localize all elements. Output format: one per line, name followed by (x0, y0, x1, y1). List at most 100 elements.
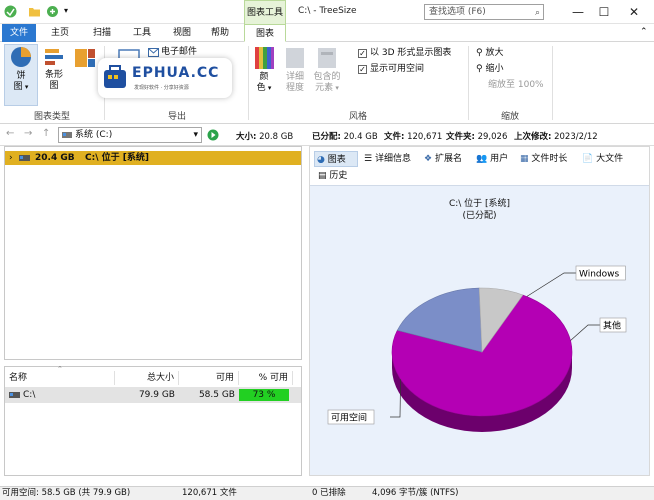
address-bar: ← → ↑ 系统 (C:) ▾ 大小: 20.8 GB 已分配: 20.4 GB… (0, 124, 654, 146)
detail-level-button[interactable]: 详细 程度 (282, 46, 308, 94)
tab-users-label: 用户 (490, 154, 509, 164)
maximize-button[interactable]: ☐ (592, 3, 616, 21)
tab-help[interactable]: 帮助 (204, 24, 236, 42)
forward-arrow-icon[interactable]: → (24, 128, 32, 139)
go-scan-icon[interactable] (207, 129, 219, 141)
tree-root-size: 20.4 GB (35, 153, 75, 163)
checkbox-checked-icon: ✓ (358, 65, 367, 74)
stat-allocated-value: 20.4 GB (343, 132, 378, 142)
tab-details-label: 详细信息 (374, 154, 411, 164)
logo-bag-icon (104, 65, 126, 88)
tab-tools[interactable]: 工具 (126, 24, 158, 42)
treemap-icon[interactable] (74, 48, 96, 68)
tab-home[interactable]: 主页 (44, 24, 76, 42)
row-total: 79.9 GB (115, 387, 179, 403)
group-chart-type-label: 图表类型 (33, 112, 70, 122)
tab-file-age[interactable]: ▦ 文件时长 (520, 151, 567, 167)
tab-history-label: 历史 (329, 171, 348, 181)
ribbon-tabs: 文件 主页 扫描 工具 视图 帮助 图表 ⌃ (0, 24, 654, 42)
back-arrow-icon[interactable]: ← (6, 128, 14, 139)
slice-label-0: 可用空间 (331, 412, 367, 424)
bar-chart-icon (45, 49, 63, 65)
zoom-100-button[interactable]: 缩放至 100% (488, 80, 544, 91)
tab-large-files-label: 大文件 (596, 154, 624, 164)
drive-list: 名称 ⌃ 总大小 可用 % 可用 C:\ 79.9 GB 58.5 GB 73 … (4, 365, 302, 476)
ribbon-separator (468, 46, 469, 120)
zoom-out-button[interactable]: ⚲ 缩小 (476, 64, 503, 75)
minimize-button[interactable]: — (566, 3, 590, 21)
status-excluded: 0 已排除 (312, 488, 346, 498)
chevron-down-icon: ▾ (193, 130, 198, 140)
tab-history[interactable]: ▤ 历史 (318, 168, 347, 184)
include-elements-icon (318, 48, 336, 68)
column-header-pct[interactable]: % 可用 (239, 371, 293, 385)
tab-chart[interactable]: 图表 (244, 24, 286, 42)
app-icon (4, 5, 17, 18)
close-button[interactable]: ✕ (622, 3, 646, 21)
free-space-checkbox[interactable]: ✓ 显示可用空间 (358, 64, 424, 75)
group-style-label: 风格 (348, 112, 367, 122)
chart-pane: ◕ 图表 ☰ 详细信息 ❖ 扩展名 👥 用户 ▦ 文件时长 📄 大文件 ▤ 历史… (309, 146, 650, 476)
slice-label-2: 其他 (603, 320, 621, 332)
stat-files: 文件: 120,671 (384, 130, 442, 142)
calendar-icon: ▦ (520, 154, 532, 164)
color-button[interactable]: 颜 色 ▾ (252, 46, 276, 94)
leader-line-2 (570, 324, 600, 341)
bar-chart-label: 条形 图 (44, 70, 63, 91)
stat-allocated: 已分配: 20.4 GB (312, 130, 378, 142)
column-header-name[interactable]: 名称 (9, 371, 115, 385)
row-name: C:\ (5, 387, 115, 403)
logo-subtext: 发现好软件 · 分享好资源 (134, 85, 189, 91)
tab-chart-view[interactable]: ◕ 图表 (314, 151, 358, 167)
tree-root-row[interactable]: › 20.4 GB C:\ 位于 [系统] (5, 151, 301, 165)
tab-scan[interactable]: 扫描 (86, 24, 118, 42)
details-icon: ☰ (364, 154, 375, 164)
up-arrow-icon[interactable]: ↑ (42, 128, 50, 139)
row-pct-cell: 73 % (239, 387, 301, 403)
stat-modified-value: 2023/2/12 (554, 132, 598, 142)
search-icon: ⌕ (534, 8, 540, 18)
drive-icon (19, 155, 30, 161)
column-header-total[interactable]: 总大小 (115, 371, 179, 385)
pie-chart-button[interactable]: 饼 图 ▾ (4, 44, 38, 106)
folder-icon[interactable] (28, 5, 41, 18)
stat-size: 大小: 20.8 GB (236, 130, 293, 142)
context-group-label: 图表工具 (244, 0, 286, 24)
status-bar: 可用空间: 58.5 GB (共 79.9 GB) 120,671 文件 0 已… (0, 486, 654, 500)
email-button[interactable]: 电子邮件 (161, 47, 197, 58)
tab-chart-view-label: 图表 (327, 155, 346, 165)
tab-file-age-label: 文件时长 (531, 154, 568, 164)
bar-chart-button[interactable]: 条形 图 (40, 46, 68, 92)
search-placeholder: 查找选项 (F6) (429, 7, 486, 17)
zoom-in-label: 放大 (485, 48, 504, 58)
email-icon (148, 48, 159, 57)
stat-modified: 上次修改: 2023/2/12 (514, 130, 598, 142)
3d-checkbox[interactable]: ✓ 以 3D 形式显示图表 (358, 48, 451, 59)
column-header-free[interactable]: 可用 (179, 371, 239, 385)
tab-view[interactable]: 视图 (166, 24, 198, 42)
search-input[interactable]: 查找选项 (F6) ⌕ (424, 4, 544, 20)
tab-large-files[interactable]: 📄 大文件 (582, 151, 623, 167)
slice-label-1: Windows (579, 270, 619, 280)
scan-icon[interactable] (46, 5, 59, 18)
group-export-label: 导出 (167, 112, 186, 122)
zoom-in-button[interactable]: ⚲ 放大 (476, 48, 503, 59)
collapse-ribbon-icon[interactable]: ⌃ (640, 27, 648, 37)
checkbox-checked-icon: ✓ (358, 49, 367, 58)
free-space-checkbox-label: 显示可用空间 (370, 64, 425, 74)
tab-details[interactable]: ☰ 详细信息 (364, 151, 411, 167)
tab-users[interactable]: 👥 用户 (476, 151, 508, 167)
large-files-icon: 📄 (582, 154, 597, 164)
tab-file[interactable]: 文件 (2, 24, 36, 42)
pie-chart-icon: ◕ (317, 155, 328, 165)
group-zoom-label: 缩放 (500, 112, 519, 122)
expand-arrow-icon[interactable]: › (9, 151, 13, 165)
qat-dropdown-icon[interactable]: ▾ (64, 6, 68, 15)
include-elements-button[interactable]: 包含的 元素 ▾ (312, 46, 342, 94)
drive-selector[interactable]: 系统 (C:) ▾ (58, 127, 202, 143)
stat-files-label: 文件: (384, 132, 405, 142)
tab-extensions[interactable]: ❖ 扩展名 (424, 151, 462, 167)
chart-area: C:\ 位于 [系统] (已分配) 可用空间 Windows 其他 (310, 185, 649, 475)
sort-chevron-icon: ⌃ (57, 365, 63, 373)
row-free: 58.5 GB (179, 387, 239, 403)
